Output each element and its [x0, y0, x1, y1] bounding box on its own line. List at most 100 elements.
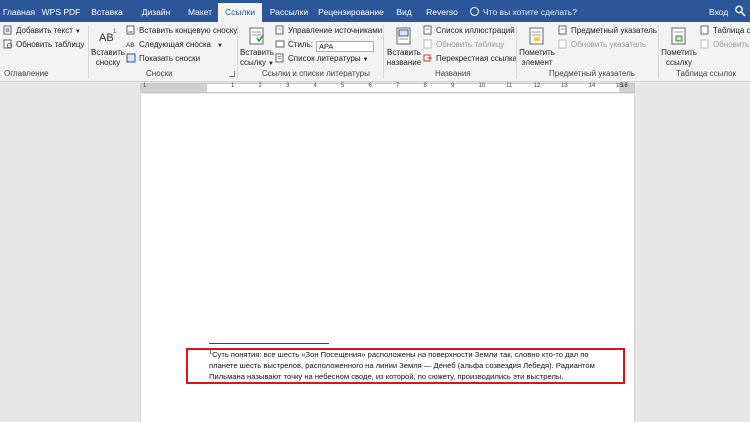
group-label-toc: Оглавление [4, 69, 49, 78]
tab-home[interactable]: Главная [0, 0, 38, 22]
update-toc-button[interactable]: Обновить таблицу [3, 38, 84, 51]
table-of-authorities-icon [700, 25, 709, 35]
chevron-down-icon: ▼ [268, 61, 274, 67]
highlight-annotation-box [186, 348, 625, 384]
mark-entry-line1: Пометить [519, 48, 555, 57]
ribbon-tab-bar: Главная WPS PDF Вставка Дизайн Макет Ссы… [0, 0, 750, 22]
insert-index-label: Предметный указатель [571, 26, 657, 35]
insert-endnote-button[interactable]: Вставить концевую сноску [126, 24, 237, 37]
tab-reverso[interactable]: Reverso [422, 0, 462, 22]
style-selector[interactable]: Стиль: APA [275, 38, 374, 52]
mark-citation-line1: Пометить [661, 48, 697, 57]
horizontal-ruler[interactable]: 1 1 2 3 4 5 6 7 8 9 10 11 12 13 14 15 16 17 [140, 83, 635, 93]
insert-index-button[interactable]: Предметный указатель [558, 24, 657, 37]
update-authorities-button[interactable]: Обновить [700, 38, 749, 51]
svg-text:1: 1 [113, 29, 117, 35]
footnotes-dialog-launcher-icon[interactable] [229, 71, 235, 77]
table-of-figures-icon [423, 25, 432, 35]
add-text-label: Добавить текст [16, 26, 73, 35]
update-authorities-label: Обновить [713, 40, 750, 49]
cross-reference-icon [423, 54, 432, 62]
tab-mailings[interactable]: Рассылки [264, 0, 314, 22]
group-label-citations: Ссылки и списки литературы [262, 69, 370, 78]
insert-caption-line1: Вставить [387, 48, 421, 57]
group-divider [383, 25, 384, 79]
group-divider [658, 25, 659, 79]
ruler-number: 9 [451, 83, 455, 89]
mark-citation-button[interactable]: Пометить ссылку [660, 26, 698, 68]
ruler-number: 14 [588, 83, 596, 89]
insert-citation-line2: ссылку ▼ [240, 58, 274, 69]
insert-table-of-authorities-button[interactable]: Таблица сс [700, 24, 750, 37]
tab-layout[interactable]: Макет [180, 0, 220, 22]
insert-caption-icon [396, 27, 411, 45]
table-of-authorities-label: Таблица сс [713, 26, 750, 35]
mark-entry-line2: элемент [521, 58, 553, 67]
tab-wps-pdf[interactable]: WPS PDF [40, 0, 82, 22]
ruler-number: 6 [368, 83, 372, 89]
style-label: Стиль: [288, 40, 313, 49]
refresh-icon [700, 39, 709, 49]
group-divider [237, 25, 238, 79]
ribbon-references: Добавить текст ▼ Обновить таблицу Оглавле… [0, 22, 750, 82]
ruler-left-margin [141, 84, 207, 92]
update-figures-table-button[interactable]: Обновить таблицу [423, 38, 504, 51]
style-icon [275, 40, 285, 48]
ruler-number: 8 [423, 83, 427, 89]
footnote-separator [209, 343, 329, 344]
add-text-button[interactable]: Добавить текст ▼ [3, 24, 81, 37]
user-icon[interactable] [734, 5, 746, 17]
ruler-area: 1 1 2 3 4 5 6 7 8 9 10 11 12 13 14 15 16 17 [0, 82, 750, 94]
next-footnote-label: Следующая сноска [139, 40, 211, 49]
group-label-footnotes: Сноски [146, 69, 173, 78]
tell-me-text: Что вы хотите сделать? [483, 7, 577, 17]
manage-sources-icon [275, 25, 284, 35]
ruler-number: 7 [396, 83, 400, 89]
table-of-figures-button[interactable]: Список иллюстраций [423, 24, 515, 37]
ruler-number: 13 [561, 83, 568, 89]
ruler-number: 1 [231, 83, 235, 89]
tell-me-box[interactable]: Что вы хотите сделать? [470, 0, 577, 22]
bibliography-icon [275, 53, 284, 63]
group-label-index: Предметный указатель [549, 69, 635, 78]
group-label-captions: Названия [435, 69, 471, 78]
tab-references[interactable]: Ссылки [218, 3, 262, 22]
tab-view[interactable]: Вид [392, 0, 416, 22]
next-footnote-button[interactable]: AB Следующая сноска ▼ [126, 38, 223, 51]
insert-citation-button[interactable]: Вставить ссылку ▼ [240, 26, 274, 69]
style-dropdown[interactable]: APA [315, 41, 374, 52]
mark-entry-icon [529, 27, 544, 45]
cross-reference-label: Перекрестная ссылка [436, 54, 518, 63]
tab-insert[interactable]: Вставка [84, 0, 130, 22]
add-text-icon [3, 25, 12, 35]
ruler-number: 12 [533, 83, 541, 89]
show-notes-icon [126, 53, 136, 63]
sign-in-link[interactable]: Вход [709, 0, 728, 22]
manage-sources-button[interactable]: Управление источниками [275, 24, 382, 37]
update-index-button[interactable]: Обновить указатель [558, 38, 646, 51]
show-notes-button[interactable]: Показать сноски [126, 52, 200, 65]
bibliography-button[interactable]: Список литературы ▼ [275, 52, 369, 65]
chevron-down-icon: ▼ [216, 43, 223, 49]
insert-footnote-button[interactable]: AB 1 Вставить сноску [91, 26, 125, 68]
svg-text:AB: AB [99, 32, 114, 44]
mark-citation-icon [671, 27, 686, 45]
group-label-authorities: Таблица ссылок [676, 69, 737, 78]
ruler-number: 10 [478, 83, 486, 89]
bibliography-label: Список литературы [288, 54, 361, 63]
tab-design[interactable]: Дизайн [135, 0, 177, 22]
chevron-down-icon: ▼ [74, 29, 81, 35]
update-toc-label: Обновить таблицу [16, 40, 85, 49]
tab-review[interactable]: Рецензирование [316, 0, 386, 22]
insert-caption-button[interactable]: Вставить название [385, 26, 423, 68]
mark-citation-line2: ссылку [665, 58, 692, 67]
footnote-ab-icon: AB 1 [99, 29, 117, 44]
cross-reference-button[interactable]: Перекрестная ссылка [423, 52, 517, 65]
mark-entry-button[interactable]: Пометить элемент [518, 26, 556, 68]
ruler-number: 11 [506, 83, 513, 89]
show-notes-label: Показать сноски [139, 54, 201, 63]
insert-endnote-label: Вставить концевую сноску [139, 26, 238, 35]
insert-citation-line1: Вставить [240, 48, 274, 57]
table-of-figures-label: Список иллюстраций [436, 26, 515, 35]
ruler-number: 2 [258, 83, 262, 89]
